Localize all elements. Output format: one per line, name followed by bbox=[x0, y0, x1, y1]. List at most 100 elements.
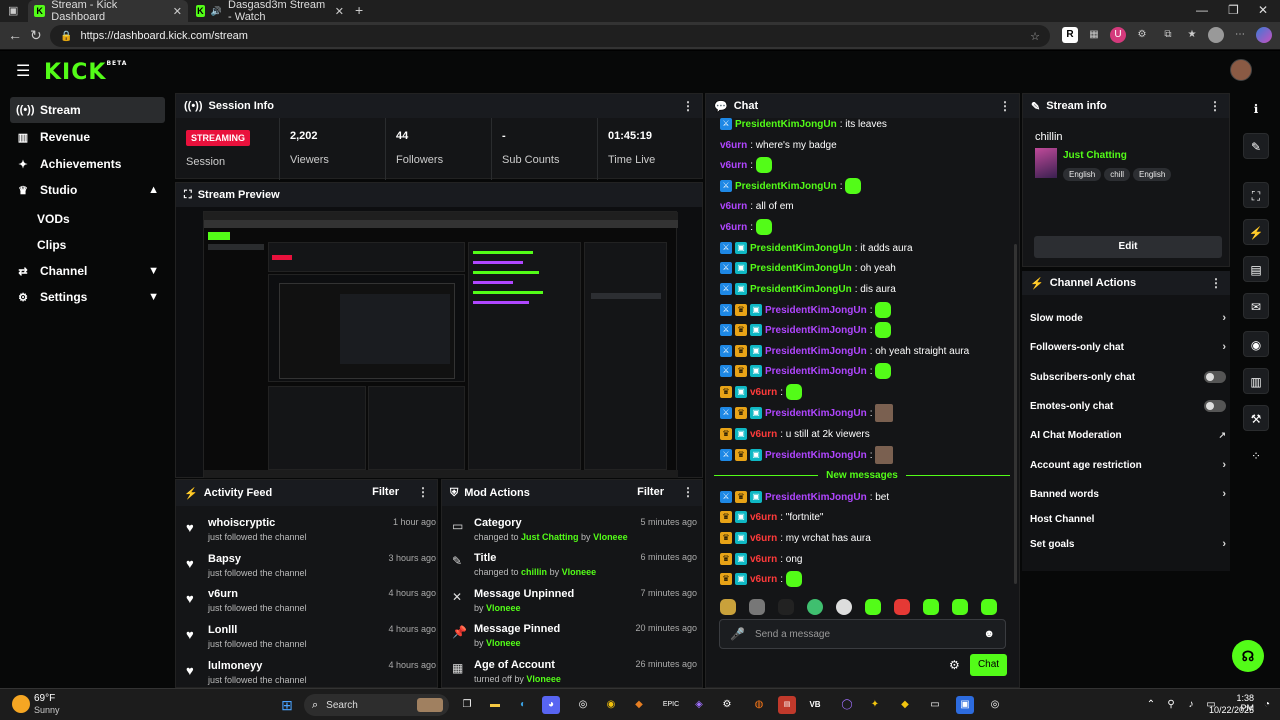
chat-username[interactable]: PresidentKimJongUn bbox=[765, 450, 867, 461]
more-icon[interactable]: ⋯ bbox=[1232, 27, 1248, 43]
reload-icon[interactable]: ↻ bbox=[30, 27, 42, 44]
more-options-icon[interactable]: ⋮ bbox=[682, 485, 694, 499]
chat-username[interactable]: PresidentKimJongUn bbox=[765, 366, 867, 377]
chat-settings-icon[interactable]: ⚙ bbox=[949, 658, 960, 672]
chat-scrollbar[interactable] bbox=[1014, 244, 1017, 584]
emote-icon[interactable] bbox=[865, 599, 881, 615]
app-icon[interactable]: ◆ bbox=[630, 696, 648, 714]
account-age-row[interactable]: Account age restriction › bbox=[1030, 455, 1226, 475]
sidebar-item-settings[interactable]: ⚙ Settings ▼ bbox=[10, 284, 165, 310]
microphone-icon[interactable]: 🎤 bbox=[730, 627, 745, 641]
chat-username[interactable]: PresidentKimJongUn bbox=[765, 492, 867, 503]
kick-logo[interactable]: KICKBETA bbox=[44, 60, 127, 85]
stream-video-player[interactable] bbox=[203, 211, 678, 478]
obs-icon[interactable]: ◎ bbox=[574, 696, 592, 714]
wifi-icon[interactable]: ⚲ bbox=[1162, 696, 1180, 714]
discord-icon[interactable]: ◕ bbox=[542, 696, 560, 714]
edit-button[interactable]: Edit bbox=[1034, 236, 1222, 258]
chat-username[interactable]: v6urn bbox=[750, 554, 777, 565]
volume-icon[interactable]: ♪ bbox=[1182, 696, 1200, 714]
followers-only-row[interactable]: Followers-only chat › bbox=[1030, 337, 1226, 357]
tab-kick-dashboard[interactable]: K Stream - Kick Dashboard ✕ bbox=[28, 0, 188, 23]
extensions-puzzle-icon[interactable]: ⧉ bbox=[1160, 27, 1176, 43]
banned-words-row[interactable]: Banned words › bbox=[1030, 484, 1226, 504]
close-window-icon[interactable]: ✕ bbox=[1258, 3, 1268, 17]
emote-icon[interactable] bbox=[981, 599, 997, 615]
sidebar-item-revenue[interactable]: ▥ Revenue bbox=[10, 124, 165, 150]
filter-button[interactable]: Filter bbox=[637, 486, 664, 498]
chat-send-button[interactable]: Chat bbox=[970, 654, 1007, 676]
info-icon[interactable]: ℹ bbox=[1243, 96, 1269, 122]
emoji-picker-icon[interactable]: ☻ bbox=[983, 628, 995, 640]
chat-username[interactable]: v6urn bbox=[720, 222, 747, 233]
chat-username[interactable]: v6urn bbox=[750, 533, 777, 544]
sidebar-item-clips[interactable]: Clips bbox=[37, 238, 66, 252]
sidebar-item-studio[interactable]: ♛ Studio ▲ bbox=[10, 177, 165, 203]
sidebar-item-achievements[interactable]: ✦ Achievements bbox=[10, 151, 165, 177]
category-name[interactable]: Just Chatting bbox=[1063, 150, 1127, 161]
tray-chevron-up-icon[interactable]: ⌃ bbox=[1142, 696, 1160, 714]
chat-username[interactable]: v6urn bbox=[750, 387, 777, 398]
follower-name[interactable]: Lonlll bbox=[208, 624, 237, 636]
extension-r-icon[interactable]: R bbox=[1062, 27, 1078, 43]
broadcast-icon[interactable]: ◉ bbox=[1243, 331, 1269, 357]
ai-moderation-row[interactable]: AI Chat Moderation ↗ bbox=[1030, 425, 1226, 445]
emote-icon[interactable] bbox=[807, 599, 823, 615]
follower-name[interactable]: Bapsy bbox=[208, 553, 241, 565]
app-icon[interactable]: ◈ bbox=[690, 696, 708, 714]
emote-icon[interactable] bbox=[778, 599, 794, 615]
follower-name[interactable]: lulmoneyy bbox=[208, 660, 262, 672]
chat-username[interactable]: PresidentKimJongUn bbox=[765, 325, 867, 336]
sidebar-item-stream[interactable]: ((•)) Stream bbox=[10, 97, 165, 123]
weather-temp[interactable]: 69°F bbox=[34, 693, 55, 704]
emote-icon[interactable] bbox=[923, 599, 939, 615]
minimize-icon[interactable]: — bbox=[1196, 3, 1208, 17]
close-tab-icon[interactable]: ✕ bbox=[173, 5, 182, 18]
extension-u-icon[interactable]: U bbox=[1110, 27, 1126, 43]
clock-date[interactable]: 10/22/2025 bbox=[1206, 705, 1254, 715]
chat-username[interactable]: PresidentKimJongUn bbox=[750, 243, 852, 254]
preview-icon[interactable]: ⛶ bbox=[1243, 182, 1269, 208]
profile-icon[interactable] bbox=[1208, 27, 1224, 43]
app-icon[interactable]: ▤ bbox=[778, 696, 796, 714]
emotes-only-toggle[interactable] bbox=[1204, 400, 1226, 412]
favorites-icon[interactable]: ★ bbox=[1184, 27, 1200, 43]
epic-games-icon[interactable]: EPIC bbox=[662, 696, 680, 714]
app-icon[interactable]: ◎ bbox=[986, 696, 1004, 714]
chat-username[interactable]: PresidentKimJongUn bbox=[765, 305, 867, 316]
support-headset-icon[interactable]: ☊ bbox=[1232, 640, 1264, 672]
sidebar-item-channel[interactable]: ⇄ Channel ▼ bbox=[10, 258, 165, 284]
windows-start-icon[interactable]: ⊞ bbox=[278, 696, 296, 714]
wrench-icon[interactable]: ⚒ bbox=[1243, 405, 1269, 431]
extension-icon[interactable]: ▦ bbox=[1086, 27, 1102, 43]
chat-username[interactable]: v6urn bbox=[750, 429, 777, 440]
chat-username[interactable]: PresidentKimJongUn bbox=[735, 119, 837, 130]
app-icon[interactable]: ▭ bbox=[926, 696, 944, 714]
taskbar-search[interactable]: ⌕ Search bbox=[304, 694, 449, 716]
chat-input[interactable]: 🎤 Send a message ☻ bbox=[719, 619, 1006, 649]
chat-username[interactable]: PresidentKimJongUn bbox=[765, 346, 867, 357]
extension-gear-icon[interactable]: ⚙ bbox=[1134, 27, 1150, 43]
chrome-icon[interactable]: ◉ bbox=[602, 696, 620, 714]
host-channel-row[interactable]: Host Channel bbox=[1030, 509, 1226, 529]
filter-button[interactable]: Filter bbox=[372, 486, 399, 498]
lightning-icon[interactable]: ⚡ bbox=[1243, 219, 1269, 245]
notifications-icon[interactable]: ◔ bbox=[1258, 696, 1276, 714]
back-icon[interactable]: ← bbox=[8, 27, 22, 43]
chat-username[interactable]: v6urn bbox=[750, 512, 777, 523]
app-icon[interactable]: ◯ bbox=[838, 696, 856, 714]
notes-icon[interactable]: ▤ bbox=[1243, 256, 1269, 282]
layout-icon[interactable]: ▥ bbox=[1243, 368, 1269, 394]
tab-actions-icon[interactable]: ▣ bbox=[8, 4, 18, 17]
more-options-icon[interactable]: ⋮ bbox=[682, 99, 694, 113]
app-icon[interactable]: ✦ bbox=[866, 696, 884, 714]
emote-icon[interactable] bbox=[894, 599, 910, 615]
chat-username[interactable]: PresidentKimJongUn bbox=[735, 181, 837, 192]
set-goals-row[interactable]: Set goals › bbox=[1030, 534, 1226, 554]
add-widget-icon[interactable]: ⁘ bbox=[1243, 443, 1269, 469]
chat-username[interactable]: PresidentKimJongUn bbox=[765, 408, 867, 419]
emote-icon[interactable] bbox=[836, 599, 852, 615]
follower-name[interactable]: v6urn bbox=[208, 588, 238, 600]
chat-username[interactable]: PresidentKimJongUn bbox=[750, 263, 852, 274]
edit-pencil-icon[interactable]: ✎ bbox=[1243, 133, 1269, 159]
